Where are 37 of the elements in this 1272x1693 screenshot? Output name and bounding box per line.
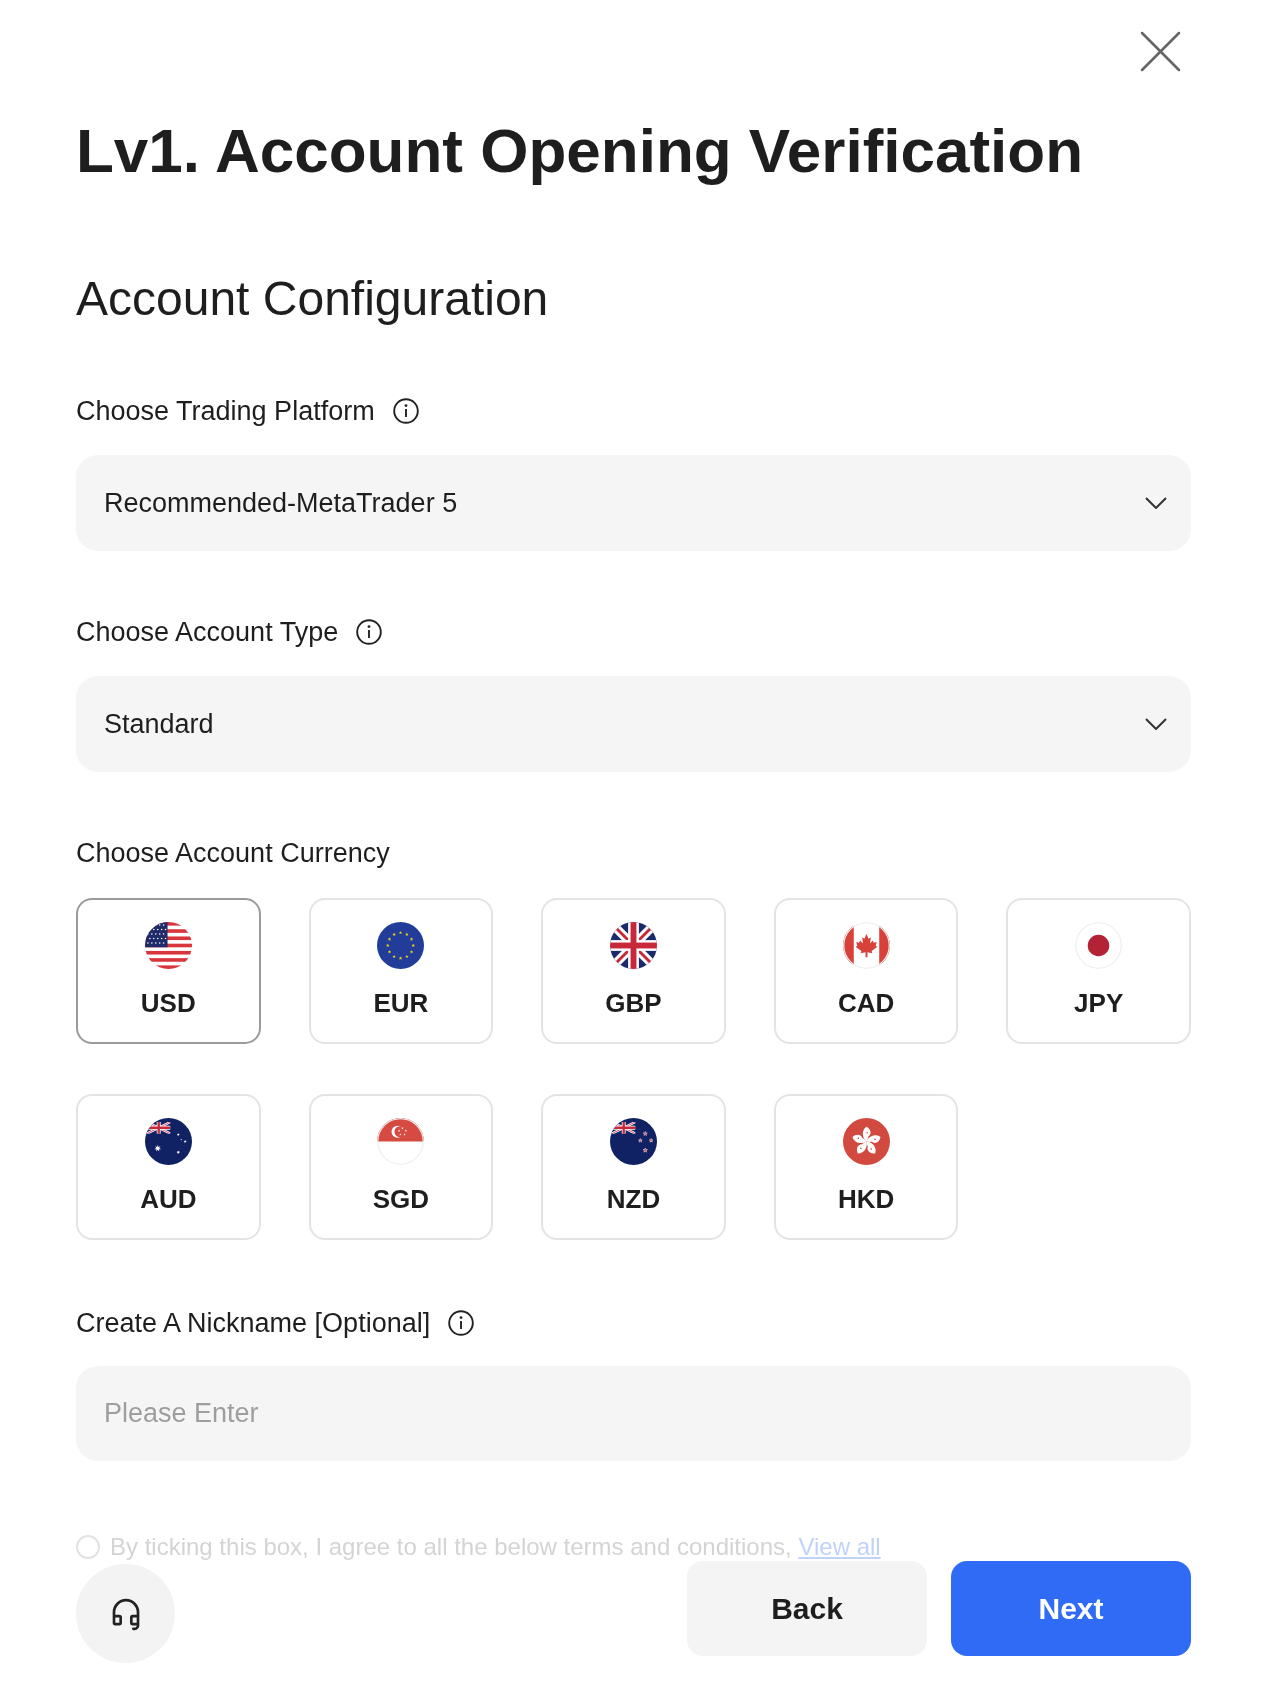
close-icon [1140,31,1181,72]
singapore-flag-icon [377,1118,425,1165]
platform-select[interactable]: Recommended-MetaTrader 5 [76,455,1191,551]
field-label: Choose Account Currency [76,838,390,868]
currency-option[interactable]: HKD [773,1094,959,1240]
eu-flag-icon [377,922,425,969]
currency-option[interactable]: USD [76,898,261,1044]
us-flag-icon [144,922,192,969]
currency-option[interactable]: EUR [308,898,494,1044]
nickname-input[interactable]: Please Enter [76,1366,1191,1461]
next-button[interactable]: Next [951,1561,1191,1656]
australia-flag-icon [144,1118,192,1165]
canada-flag-icon [842,922,890,969]
currency-option[interactable]: AUD [76,1094,261,1240]
currency-option[interactable]: JPY [1006,898,1191,1044]
uk-flag-icon [610,922,657,969]
back-button[interactable]: Back [687,1561,927,1656]
agreement-checkbox[interactable] [76,1535,100,1559]
chevron-down-icon [1145,497,1167,509]
currency-option[interactable]: GBP [541,898,726,1044]
currency-option[interactable]: SGD [308,1094,494,1240]
hong-kong-flag-icon [842,1118,890,1165]
close-button[interactable] [1140,31,1181,72]
section-title: Account Configuration [76,273,550,325]
info-icon[interactable] [392,398,419,424]
new-zealand-flag-icon [610,1118,657,1165]
currency-option[interactable]: CAD [773,898,959,1044]
info-icon[interactable] [356,619,383,645]
field-label: Choose Trading Platform [76,396,375,426]
account-type-select[interactable]: Standard [76,676,1191,772]
japan-flag-icon [1075,922,1123,969]
page-title: Lv1. Account Opening Verification [76,119,1085,183]
chevron-down-icon [1145,718,1167,730]
field-label: Create A Nickname [Optional] [76,1308,431,1338]
info-icon[interactable] [448,1310,475,1336]
currency-option[interactable]: NZD [541,1094,726,1240]
field-label: Choose Account Type [76,617,339,647]
